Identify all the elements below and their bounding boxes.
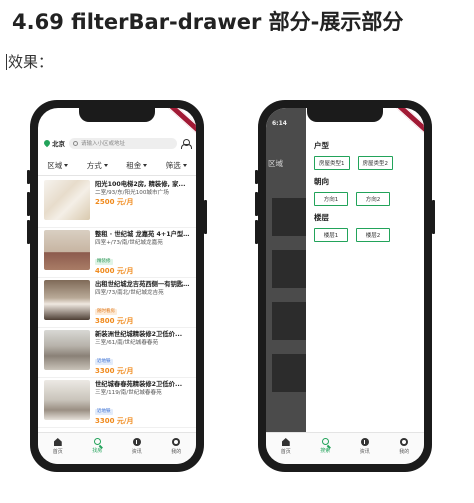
option-direction-1[interactable]: 方向1	[314, 192, 348, 206]
chevron-down-icon	[143, 164, 148, 167]
chevron-down-icon	[64, 164, 69, 167]
tab-label: 我的	[399, 449, 410, 455]
house-photo	[44, 280, 90, 320]
section-title: 朝向	[314, 177, 329, 186]
tab-profile[interactable]: 我的	[162, 438, 190, 455]
house-tag: 随时看房	[95, 309, 117, 315]
search-icon	[93, 438, 101, 445]
app-screen-right: 6:14 区域 户型 房屋类型1 房屋类型2 朝向 方向1 方向2 楼层 楼层1…	[266, 108, 424, 464]
option-room-type-1[interactable]: 房屋类型1	[314, 156, 350, 170]
tab-label: 首页	[280, 449, 291, 455]
house-price: 2500 元/月	[95, 198, 134, 206]
house-tag: 精装修	[95, 259, 113, 265]
app-screen-left: 北京 请输入小区或地址 区域 方式 租金 筛选 阳光100电梯2房, 精装修, …	[38, 108, 196, 464]
filter-drawer: 户型 房屋类型1 房屋类型2 朝向 方向1 方向2 楼层 楼层1 楼层2	[306, 108, 424, 432]
bottom-tab-bar: 首页 找房 资讯 我的	[38, 432, 196, 464]
list-item[interactable]: 新装洲世纪城精装修2卫低价... 三室/61/南/世纪城春春苑 近地铁 3300…	[38, 328, 196, 378]
tab-home[interactable]: 首页	[272, 438, 300, 455]
house-photo	[44, 180, 90, 220]
house-photo	[272, 302, 306, 340]
house-photo	[272, 198, 306, 236]
filter-label: 区域	[47, 161, 63, 170]
house-price: 3800 元/月	[95, 317, 134, 325]
option-floor-2[interactable]: 楼层2	[356, 228, 390, 242]
map-icon[interactable]	[181, 138, 192, 149]
page-title: 4.69 filterBar-drawer 部分-展示部分	[12, 10, 404, 34]
filter-label: 方式	[86, 161, 102, 170]
tab-home[interactable]: 首页	[44, 438, 72, 455]
home-icon	[281, 438, 290, 446]
tab-search[interactable]: 搜索	[311, 438, 339, 454]
house-title: 新装洲世纪城精装修2卫低价...	[95, 331, 183, 338]
house-title: 出租世纪城龙吉苑西侧一有钥匙...	[95, 281, 190, 288]
filter-mode[interactable]: 方式	[87, 160, 108, 171]
list-item[interactable]: 世纪城春春苑精装修2卫低价... 三室/119/南/世纪城春春苑 近地铁 330…	[38, 378, 196, 428]
house-photo	[44, 380, 90, 420]
filter-rent[interactable]: 租金	[126, 160, 148, 171]
house-price: 4000 元/月	[95, 267, 134, 275]
house-list: 阳光100电梯2房, 精装修, 家... 二室/93/东/阳光100城市广场 2…	[38, 178, 196, 428]
option-floor-1[interactable]: 楼层1	[314, 228, 348, 242]
house-photo	[272, 250, 306, 288]
tab-profile[interactable]: 我的	[390, 438, 418, 455]
house-tag: 近地铁	[95, 409, 113, 415]
house-photo	[44, 330, 90, 370]
house-photo	[44, 230, 90, 270]
house-photo	[272, 354, 306, 392]
phone-notch	[79, 108, 155, 122]
house-title: 阳光100电梯2房, 精装修, 家...	[95, 181, 186, 188]
chevron-down-icon	[182, 164, 187, 167]
phone-notch	[307, 108, 383, 122]
filter-label: 筛选	[165, 161, 181, 170]
location-selector[interactable]: 北京	[42, 138, 65, 148]
filter-more[interactable]: 筛选	[166, 160, 187, 171]
list-item[interactable]: 阳光100电梯2房, 精装修, 家... 二室/93/东/阳光100城市广场 2…	[38, 178, 196, 228]
tab-news[interactable]: 资讯	[123, 438, 151, 455]
house-desc: 四室/73/南北/世纪城龙吉苑	[95, 290, 164, 296]
drawer-scrim[interactable]: 6:14 区域	[266, 108, 306, 432]
info-icon	[360, 438, 369, 446]
tab-find-house[interactable]: 找房	[83, 438, 111, 454]
option-room-type-2[interactable]: 房屋类型2	[357, 156, 393, 170]
tab-label: 资讯	[359, 449, 370, 455]
filter-label: 租金	[126, 161, 142, 170]
info-icon	[132, 438, 141, 446]
user-icon	[400, 438, 409, 446]
search-icon	[73, 140, 78, 146]
filter-bar: 区域 方式 租金 筛选	[38, 156, 196, 176]
section-title: 楼层	[314, 213, 329, 222]
location-label: 北京	[52, 140, 65, 148]
phone-frame-left: 北京 请输入小区或地址 区域 方式 租金 筛选 阳光100电梯2房, 精装修, …	[27, 100, 207, 472]
list-item[interactable]: 出租世纪城龙吉苑西侧一有钥匙... 四室/73/南北/世纪城龙吉苑 随时看房 3…	[38, 278, 196, 328]
house-desc: 四室+/73/南/世纪城龙嘉苑	[95, 240, 163, 246]
location-pin-icon	[42, 138, 52, 148]
house-title: 世纪城春春苑精装修2卫低价...	[95, 381, 183, 388]
search-icon	[321, 438, 329, 445]
bottom-tab-bar: 首页 搜索 资讯 我的	[266, 432, 424, 464]
house-price: 3300 元/月	[95, 417, 134, 425]
status-time: 6:14	[272, 120, 287, 127]
house-desc: 三室/119/南/世纪城春春苑	[95, 390, 162, 396]
house-desc: 三室/61/南/世纪城春春苑	[95, 340, 159, 346]
option-direction-2[interactable]: 方向2	[356, 192, 390, 206]
tab-label: 首页	[52, 449, 63, 455]
home-icon	[53, 438, 62, 446]
section-title: 户型	[314, 141, 329, 150]
search-input[interactable]: 请输入小区或地址	[69, 137, 177, 149]
tab-news[interactable]: 资讯	[351, 438, 379, 455]
tab-label: 我的	[171, 449, 182, 455]
phone-frame-right: 6:14 区域 户型 房屋类型1 房屋类型2 朝向 方向1 方向2 楼层 楼层1…	[255, 100, 435, 472]
tab-label: 资讯	[131, 449, 142, 455]
list-item[interactable]: 整租 · 世纪城 龙嘉苑 4+1户型... 四室+/73/南/世纪城龙嘉苑 精装…	[38, 228, 196, 278]
effect-label: 效果：	[6, 53, 54, 71]
search-placeholder: 请输入小区或地址	[81, 141, 126, 147]
chevron-down-icon	[103, 164, 108, 167]
house-price: 3300 元/月	[95, 367, 134, 375]
house-tag: 近地铁	[95, 359, 113, 365]
filter-area-dimmed: 区域	[268, 159, 283, 168]
house-title: 整租 · 世纪城 龙嘉苑 4+1户型...	[95, 231, 190, 238]
house-desc: 二室/93/东/阳光100城市广场	[95, 190, 169, 196]
filter-area[interactable]: 区域	[47, 160, 69, 171]
user-icon	[172, 438, 181, 446]
